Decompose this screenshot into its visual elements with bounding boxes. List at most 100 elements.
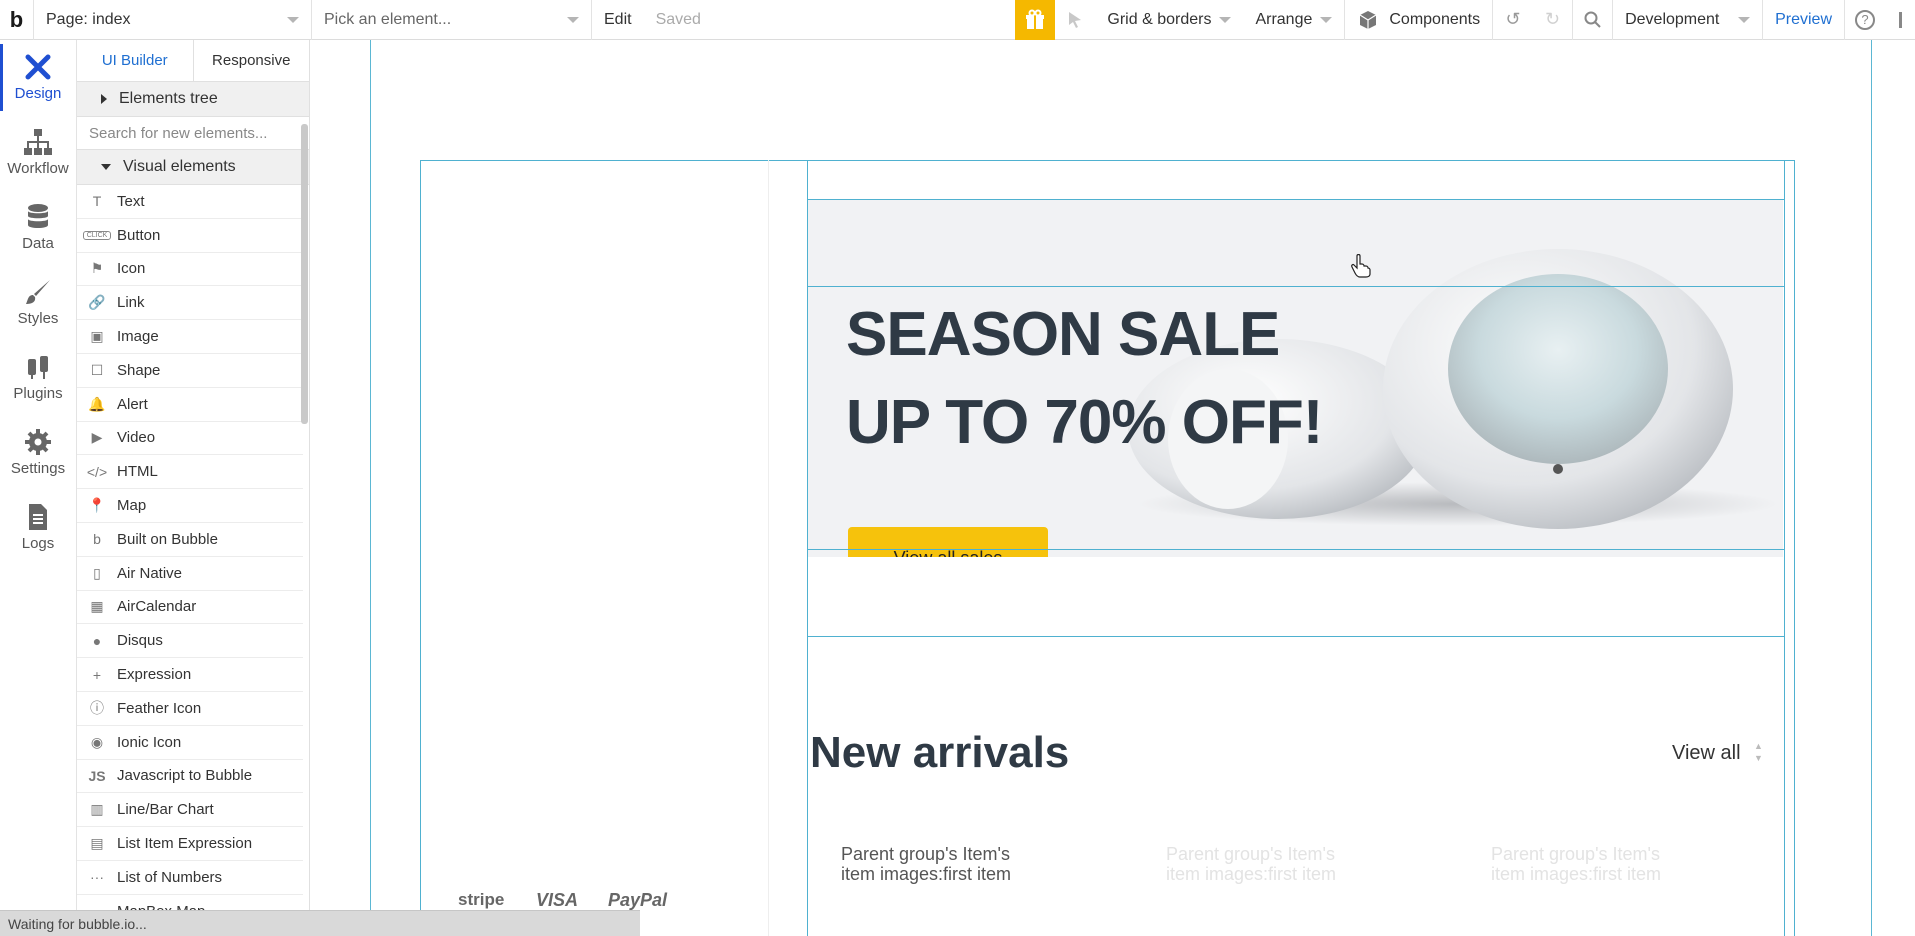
nav-design[interactable]: Design (0, 40, 76, 115)
element-type-icon: ◉ (90, 733, 104, 750)
element-item-label: List of Numbers (117, 868, 223, 886)
item-text-line: item images:first item (1166, 864, 1337, 884)
chevron-down-icon (1219, 16, 1232, 23)
element-item-label: Link (117, 294, 145, 312)
help-icon[interactable]: ? (1845, 0, 1885, 40)
element-item[interactable]: + Expression (77, 658, 303, 692)
nav-styles[interactable]: Styles (0, 265, 76, 340)
element-type-icon: 🔗 (88, 294, 106, 311)
element-item[interactable]: b Built on Bubble (77, 523, 303, 557)
element-item[interactable]: ◉ Ionic Icon (77, 726, 303, 760)
element-item[interactable]: ▣ Image (77, 320, 303, 354)
element-item[interactable]: 🔗 Link (77, 286, 303, 321)
element-item-label: Icon (117, 260, 146, 278)
bubble-logo[interactable]: b (0, 0, 34, 40)
element-item[interactable]: ▯ Air Native (77, 557, 303, 591)
nav-settings[interactable]: Settings (0, 415, 76, 490)
element-item-label: Line/Bar Chart (117, 801, 214, 819)
environment-dropdown[interactable]: Development (1613, 0, 1764, 40)
page-selector[interactable]: Page: index (34, 0, 312, 40)
element-item[interactable]: ▦ AirCalendar (77, 591, 303, 625)
more-icon[interactable] (1885, 0, 1915, 40)
element-picker[interactable]: Pick an element... (312, 0, 592, 40)
hero-title-line1: SEASON SALE (846, 300, 1280, 369)
top-toolbar: b Page: index Pick an element... Edit Sa… (0, 0, 1915, 40)
visual-elements-header[interactable]: Visual elements (77, 150, 309, 185)
chevron-down-icon (1320, 16, 1333, 23)
elements-tree-header[interactable]: Elements tree (77, 82, 309, 117)
hero-banner[interactable]: SEASON SALE UP TO 70% OFF! View all sale… (808, 199, 1783, 557)
tab-responsive[interactable]: Responsive (194, 40, 310, 81)
chevron-down-icon (567, 16, 579, 23)
element-type-icon: </> (86, 463, 108, 480)
gear-icon (23, 428, 53, 456)
element-item[interactable]: ▤ List Item Expression (77, 827, 303, 861)
item-image-text: Parent group's Item's item images:first … (841, 844, 1011, 884)
preview-button[interactable]: Preview (1763, 0, 1845, 40)
view-all-sales-button[interactable]: View all sales (848, 527, 1048, 557)
element-item-label: AirCalendar (117, 598, 197, 616)
page-selector-label: Page: index (46, 10, 131, 28)
cube-icon (1360, 10, 1377, 29)
element-item-label: Map (117, 497, 147, 515)
edit-button[interactable]: Edit (592, 0, 644, 40)
components-button[interactable]: Components (1345, 0, 1494, 40)
cursor-icon[interactable] (1055, 0, 1095, 40)
element-item[interactable]: ▥ Line/Bar Chart (77, 793, 303, 828)
stepper-icon[interactable]: ▲ ▼ (1754, 740, 1768, 768)
tab-ui-builder[interactable]: UI Builder (77, 40, 194, 81)
document-icon (23, 503, 53, 531)
element-item[interactable]: ● Disqus (77, 624, 303, 659)
element-item[interactable]: CLICK Button (77, 219, 303, 253)
visa-logo: VISA (536, 890, 579, 910)
element-item-label: Javascript to Bubble (117, 767, 253, 785)
caret-right-icon (101, 94, 107, 104)
design-canvas[interactable]: SEASON SALE UP TO 70% OFF! View all sale… (310, 40, 1915, 936)
nav-label: Settings (10, 460, 66, 477)
nav-label: Data (22, 235, 54, 252)
status-bar: Waiting for bubble.io... (0, 910, 640, 936)
element-item[interactable]: ⓘ Feather Icon (77, 692, 303, 726)
element-item-label: Air Native (117, 564, 183, 582)
panel-scrollbar[interactable] (301, 124, 308, 424)
stripe-logo: stripe (458, 890, 505, 909)
element-type-icon: JS (88, 767, 106, 784)
element-item[interactable]: JS Javascript to Bubble (77, 760, 303, 794)
arrange-dropdown[interactable]: Arrange (1243, 0, 1346, 40)
element-item[interactable]: ⚑ Icon (77, 253, 303, 287)
element-item[interactable]: ☐ Shape (77, 354, 303, 388)
element-type-icon: ● (92, 632, 102, 649)
element-item-label: Text (117, 192, 145, 210)
panel-tabs: UI Builder Responsive (77, 40, 309, 82)
element-type-icon: + (92, 666, 102, 683)
nav-workflow[interactable]: Workflow (0, 115, 76, 190)
arrange-label: Arrange (1255, 10, 1313, 28)
element-item[interactable]: ▶ Video (77, 422, 303, 456)
search-icon[interactable] (1573, 0, 1614, 40)
element-item[interactable]: </> HTML (77, 455, 303, 490)
redo-icon[interactable]: ↻ (1533, 0, 1574, 40)
nav-data[interactable]: Data (0, 190, 76, 265)
nav-plugins[interactable]: Plugins (0, 340, 76, 415)
nav-logs[interactable]: Logs (0, 490, 76, 565)
element-type-icon: ⓘ (90, 700, 104, 717)
item-text-line: Parent group's Item's (841, 844, 1010, 864)
view-all-link[interactable]: View all (1672, 742, 1741, 765)
element-item-label: Built on Bubble (117, 530, 218, 548)
grid-borders-dropdown[interactable]: Grid & borders (1095, 0, 1243, 40)
element-item-label: List Item Expression (117, 835, 253, 853)
element-item[interactable]: ··· List of Numbers (77, 861, 303, 895)
saved-label: Saved (655, 10, 701, 28)
element-item[interactable]: 🔔 Alert (77, 388, 303, 422)
element-search-input[interactable]: Search for new elements... (77, 117, 309, 150)
workflow-icon (23, 128, 53, 156)
undo-icon[interactable]: ↺ (1493, 0, 1533, 40)
element-item-label: Expression (117, 666, 192, 684)
item-image-text: Parent group's Item's item images:first … (1491, 844, 1661, 884)
element-item-label: Feather Icon (117, 699, 202, 717)
element-item[interactable]: 📍 Map (77, 489, 303, 523)
database-icon (23, 203, 53, 231)
element-item[interactable]: T Text (77, 185, 303, 219)
sidebar-group[interactable] (420, 160, 769, 936)
gift-icon[interactable] (1015, 0, 1056, 40)
